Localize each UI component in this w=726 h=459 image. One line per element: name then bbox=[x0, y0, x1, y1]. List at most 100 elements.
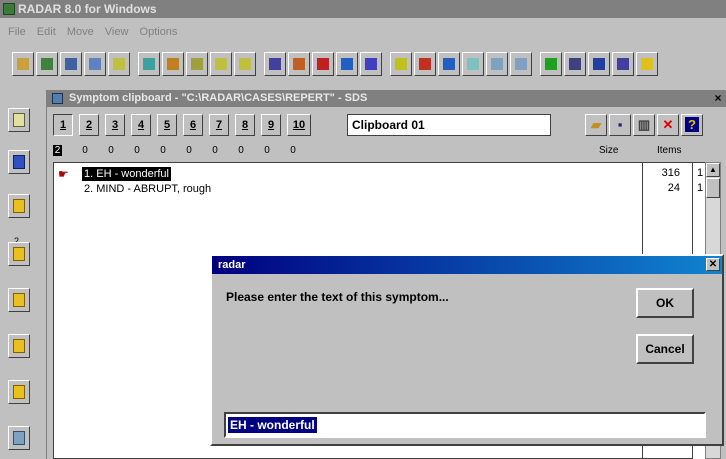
chart-icon-glyph bbox=[269, 58, 281, 70]
clipboard-count: 0 bbox=[212, 145, 218, 156]
world-icon-glyph bbox=[545, 58, 557, 70]
world-icon[interactable] bbox=[540, 52, 562, 76]
close-icon[interactable]: ✕ bbox=[706, 258, 720, 271]
symptom-text-value: EH - wonderful bbox=[228, 417, 317, 433]
clipboard-3-icon[interactable] bbox=[8, 242, 30, 266]
menubar: File Edit Move View Options bbox=[0, 18, 726, 50]
globe-icon[interactable] bbox=[390, 52, 412, 76]
clipboard-title-icon bbox=[52, 93, 63, 104]
open-book-icon-glyph bbox=[191, 58, 203, 70]
book-icon[interactable] bbox=[60, 52, 82, 76]
calculator-icon[interactable] bbox=[288, 52, 310, 76]
pencil-icon-glyph bbox=[113, 58, 125, 70]
print-icon-glyph bbox=[569, 58, 581, 70]
chart-icon[interactable] bbox=[264, 52, 286, 76]
save-icon[interactable]: ▪ bbox=[609, 114, 631, 136]
clipboard-count: 0 bbox=[82, 145, 88, 156]
table-icon-glyph bbox=[317, 58, 329, 70]
clipboard-count: 0 bbox=[290, 145, 296, 156]
symptom-text-input[interactable]: EH - wonderful bbox=[224, 412, 706, 438]
app-icon bbox=[3, 3, 15, 15]
analysis-icon-glyph bbox=[365, 58, 377, 70]
tab-clipboard-3[interactable]: 3 bbox=[105, 114, 125, 136]
graph-icon-glyph bbox=[143, 58, 155, 70]
tool-icon[interactable] bbox=[462, 52, 484, 76]
list-item[interactable]: 2. MIND - ABRUPT, rough bbox=[54, 182, 634, 196]
remedy-icon[interactable] bbox=[414, 52, 436, 76]
trash-icon[interactable]: ▥ bbox=[633, 114, 655, 136]
edit-book-icon[interactable] bbox=[234, 52, 256, 76]
tab-clipboard-2[interactable]: 2 bbox=[79, 114, 99, 136]
analysis-icon[interactable] bbox=[360, 52, 382, 76]
close-icon[interactable]: × bbox=[711, 91, 725, 105]
info-icon-glyph bbox=[617, 58, 629, 70]
notes-icon[interactable] bbox=[210, 52, 232, 76]
tool-icon-glyph bbox=[467, 58, 479, 70]
clipboard-count: 0 bbox=[160, 145, 166, 156]
menu-view[interactable]: View bbox=[101, 18, 133, 38]
size-header: Size bbox=[599, 145, 619, 156]
clipboard-name-field[interactable]: Clipboard 01 bbox=[347, 114, 551, 136]
cancel-button[interactable]: Cancel bbox=[636, 334, 694, 364]
tab-clipboard-8[interactable]: 8 bbox=[235, 114, 255, 136]
list-item-label: 1. EH - wonderful bbox=[82, 167, 171, 181]
clipboard-count: 0 bbox=[186, 145, 192, 156]
clipboard-count: 0 bbox=[108, 145, 114, 156]
toolbar bbox=[0, 52, 726, 82]
row-items: 1 bbox=[697, 182, 704, 194]
scroll-thumb[interactable] bbox=[706, 178, 720, 198]
clipboard-5-icon[interactable] bbox=[8, 334, 30, 358]
ok-button[interactable]: OK bbox=[636, 288, 694, 318]
repertory-icon[interactable] bbox=[162, 52, 184, 76]
stats-icon-glyph bbox=[593, 58, 605, 70]
tab-clipboard-10[interactable]: 10 bbox=[287, 114, 311, 136]
pointer-hand-icon: ☛ bbox=[58, 167, 69, 181]
tab-clipboard-4[interactable]: 4 bbox=[131, 114, 151, 136]
tab-clipboard-5[interactable]: 5 bbox=[157, 114, 177, 136]
edit-book-icon-glyph bbox=[239, 58, 251, 70]
clipboard-2-icon[interactable] bbox=[8, 194, 30, 218]
scroll-up-icon[interactable]: ▲ bbox=[706, 163, 720, 177]
menu-options[interactable]: Options bbox=[136, 18, 182, 38]
open-book-icon[interactable] bbox=[186, 52, 208, 76]
delete-icon[interactable]: ✕ bbox=[657, 114, 679, 136]
help-icon[interactable]: ? bbox=[681, 114, 703, 136]
help-icon-glyph bbox=[641, 58, 653, 70]
tab-clipboard-7[interactable]: 7 bbox=[209, 114, 229, 136]
graph-icon[interactable] bbox=[138, 52, 160, 76]
people-icon[interactable] bbox=[336, 52, 358, 76]
open-folder-icon[interactable]: ▰ bbox=[585, 114, 607, 136]
module-icon[interactable] bbox=[510, 52, 532, 76]
clipboard-1-icon[interactable] bbox=[8, 150, 30, 174]
clipboard-6-icon[interactable] bbox=[8, 380, 30, 404]
dialog-title: radar bbox=[218, 259, 246, 271]
table-icon[interactable] bbox=[312, 52, 334, 76]
tab-clipboard-1[interactable]: 1 bbox=[53, 114, 73, 136]
arrows-icon[interactable] bbox=[438, 52, 460, 76]
grid-icon[interactable] bbox=[486, 52, 508, 76]
clipboard-all-icon[interactable] bbox=[8, 426, 30, 450]
clipboard-title: Symptom clipboard - "C:\RADAR\CASES\REPE… bbox=[69, 92, 368, 104]
clipboard-counts: 2 0 0 0 0 0 0 0 0 0 bbox=[53, 145, 493, 157]
clipboard-count: 0 bbox=[238, 145, 244, 156]
help-icon[interactable] bbox=[636, 52, 658, 76]
tab-clipboard-9[interactable]: 9 bbox=[261, 114, 281, 136]
menu-file[interactable]: File bbox=[0, 18, 30, 38]
key-icon[interactable] bbox=[8, 108, 30, 132]
search-icon[interactable] bbox=[36, 52, 58, 76]
info-icon[interactable] bbox=[612, 52, 634, 76]
menu-edit[interactable]: Edit bbox=[33, 18, 60, 38]
zoom-icon[interactable] bbox=[84, 52, 106, 76]
pencil-icon[interactable] bbox=[108, 52, 130, 76]
clipboard-icon[interactable] bbox=[12, 52, 34, 76]
arrows-icon-glyph bbox=[443, 58, 455, 70]
tab-clipboard-6[interactable]: 6 bbox=[183, 114, 203, 136]
globe-icon-glyph bbox=[395, 58, 407, 70]
stats-icon[interactable] bbox=[588, 52, 610, 76]
clipboard-count: 0 bbox=[134, 145, 140, 156]
list-item[interactable]: ☛ 1. EH - wonderful bbox=[54, 167, 634, 181]
book-icon-glyph bbox=[65, 58, 77, 70]
menu-move[interactable]: Move bbox=[63, 18, 98, 38]
print-icon[interactable] bbox=[564, 52, 586, 76]
clipboard-4-icon[interactable] bbox=[8, 288, 30, 312]
